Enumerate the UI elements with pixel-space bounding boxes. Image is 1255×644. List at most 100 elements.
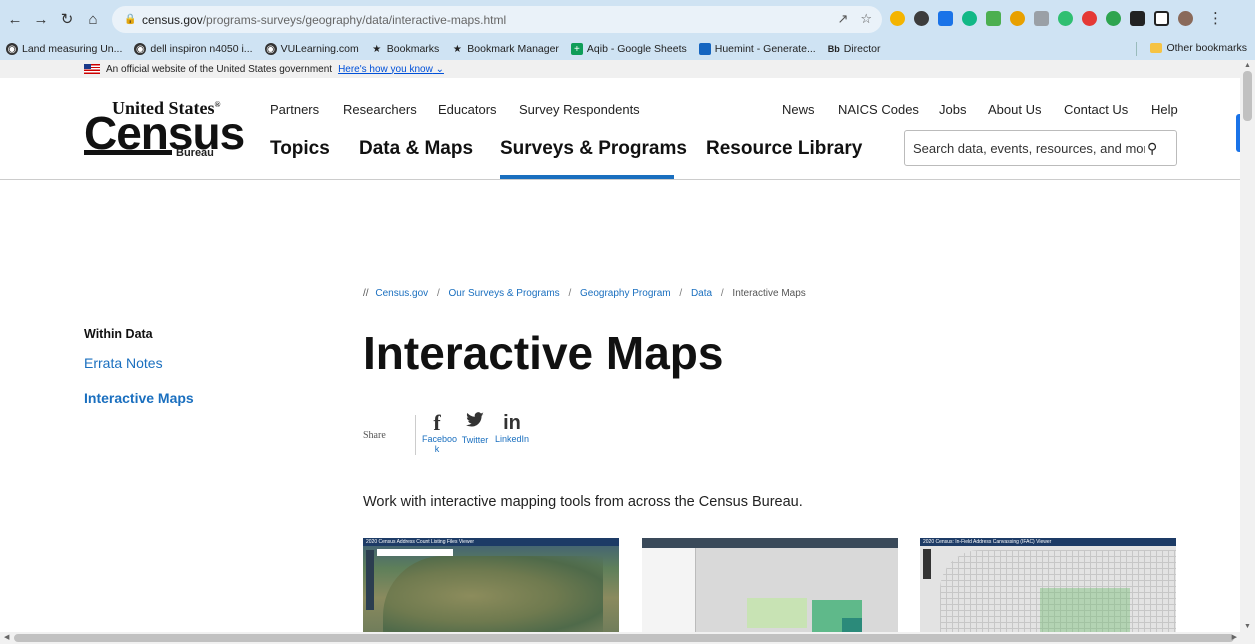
- map-region: [842, 618, 862, 632]
- twitter-icon: [459, 412, 491, 435]
- bookmark-item[interactable]: + Aqib - Google Sheets: [570, 43, 687, 55]
- utility-contact-us[interactable]: Contact Us: [1064, 102, 1128, 117]
- logo-bar: [84, 150, 172, 155]
- scroll-right-icon[interactable]: ▶: [1232, 633, 1237, 641]
- breadcrumb-link[interactable]: Geography Program: [580, 288, 671, 299]
- mainnav-topics[interactable]: Topics: [270, 138, 330, 160]
- breadcrumb-link[interactable]: Census.gov: [375, 288, 428, 299]
- scrollbar-thumb[interactable]: [1243, 71, 1252, 121]
- share-page-icon[interactable]: ↗: [837, 11, 848, 27]
- scroll-up-icon[interactable]: ▲: [1244, 62, 1251, 69]
- map-thumbnail-address-count[interactable]: 2020 Census Address Count Listing Files …: [363, 538, 619, 632]
- bookmark-item[interactable]: Huemint - Generate...: [698, 43, 816, 55]
- map-thumbnail-viewer[interactable]: [642, 538, 898, 632]
- extension-icon[interactable]: [938, 10, 953, 26]
- scroll-left-icon[interactable]: ◀: [4, 633, 9, 641]
- breadcrumb-separator: /: [568, 288, 572, 299]
- address-bar[interactable]: 🔒 census.gov/programs-surveys/geography/…: [112, 6, 882, 33]
- bookmark-item[interactable]: Bb Director: [828, 43, 881, 55]
- site-search[interactable]: ⚲: [904, 130, 1177, 166]
- bookmark-item[interactable]: ◉ VULearning.com: [264, 43, 359, 55]
- search-input[interactable]: [913, 140, 1145, 156]
- thumbnail-title: 2020 Census: In-Field Address Canvassing…: [920, 538, 1176, 546]
- scroll-down-icon[interactable]: ▼: [1244, 623, 1251, 630]
- thumbnail-title: 2020 Census Address Count Listing Files …: [363, 538, 619, 546]
- gov-banner-text: An official website of the United States…: [106, 63, 333, 75]
- extension-icon[interactable]: [986, 10, 1001, 26]
- sidebar-item-errata-notes[interactable]: Errata Notes: [84, 355, 163, 371]
- us-flag-icon: [84, 64, 100, 74]
- bookmark-item[interactable]: ★ Bookmark Manager: [451, 43, 559, 55]
- subnav-educators[interactable]: Educators: [438, 102, 497, 117]
- profile-avatar[interactable]: [1178, 10, 1193, 26]
- menu-kebab-icon[interactable]: ⋮: [1208, 9, 1223, 27]
- share-facebook-label: Faceboo k: [422, 434, 458, 454]
- share-facebook-button[interactable]: f Faceboo k: [422, 410, 457, 455]
- extension-icon[interactable]: [890, 10, 905, 26]
- utility-news[interactable]: News: [782, 102, 815, 117]
- utility-help[interactable]: Help: [1151, 102, 1178, 117]
- puzzle-icon[interactable]: [1130, 10, 1145, 26]
- breadcrumb-current: Interactive Maps: [732, 288, 806, 299]
- address-url[interactable]: census.gov/programs-surveys/geography/da…: [142, 13, 506, 27]
- globe-icon: ◉: [134, 43, 147, 55]
- share-label: Share: [363, 430, 386, 441]
- map-legend-panel: [642, 548, 696, 632]
- share-twitter-label: Twitter: [461, 435, 489, 445]
- map-tabs: [642, 538, 898, 548]
- back-icon[interactable]: ←: [4, 8, 26, 30]
- extension-icon[interactable]: [1010, 10, 1025, 26]
- bookmarks-bar: ◉ Land measuring Un... ◉ dell inspiron n40…: [0, 38, 1255, 60]
- home-icon[interactable]: ⌂: [82, 8, 104, 30]
- map-zoom-controls: [923, 549, 931, 579]
- intro-text: Work with interactive mapping tools from…: [363, 494, 803, 510]
- breadcrumb-link[interactable]: Data: [691, 288, 712, 299]
- map-zoom-controls: [366, 550, 374, 610]
- mainnav-surveys-programs[interactable]: Surveys & Programs: [500, 138, 687, 160]
- sidebar-title: Within Data: [84, 327, 153, 341]
- mainnav-resource-library[interactable]: Resource Library: [706, 138, 862, 160]
- globe-icon: ◉: [6, 43, 18, 55]
- census-logo[interactable]: United States® Census Bureau: [84, 98, 245, 160]
- lock-icon[interactable]: 🔒: [124, 14, 136, 25]
- breadcrumb-separator: /: [679, 288, 683, 299]
- subnav-partners[interactable]: Partners: [270, 102, 319, 117]
- breadcrumb-prefix: //: [363, 288, 369, 299]
- extension-icon[interactable]: [1082, 10, 1097, 26]
- extension-icon[interactable]: [914, 10, 929, 26]
- utility-about-us[interactable]: About Us: [988, 102, 1041, 117]
- other-bookmarks[interactable]: Other bookmarks: [1150, 42, 1247, 54]
- browser-chrome: ← → ↻ ⌂ 🔒 census.gov/programs-surveys/ge…: [0, 0, 1255, 60]
- gov-banner-link[interactable]: Here's how you know ⌄: [338, 64, 444, 75]
- vertical-scrollbar[interactable]: ▲ ▼: [1240, 60, 1255, 632]
- sheets-icon: +: [570, 43, 583, 55]
- map-thumbnail-ifac[interactable]: 2020 Census: In-Field Address Canvassing…: [920, 538, 1176, 632]
- bookmark-star-icon[interactable]: ☆: [860, 11, 872, 27]
- scrollbar-thumb[interactable]: [14, 634, 1234, 642]
- facebook-icon: f: [433, 410, 441, 435]
- breadcrumb: // Census.gov / Our Surveys & Programs /…: [363, 288, 806, 299]
- utility-jobs[interactable]: Jobs: [939, 102, 966, 117]
- map-region: [1040, 588, 1130, 632]
- bookmark-item[interactable]: ◉ Land measuring Un...: [6, 43, 122, 55]
- extension-icon[interactable]: [1058, 10, 1073, 26]
- gov-banner: An official website of the United States…: [0, 60, 1240, 78]
- breadcrumb-link[interactable]: Our Surveys & Programs: [449, 288, 560, 299]
- subnav-survey-respondents[interactable]: Survey Respondents: [519, 102, 640, 117]
- sidebar-item-interactive-maps[interactable]: Interactive Maps: [84, 390, 194, 406]
- bookmark-item[interactable]: ★ Bookmarks: [371, 43, 439, 55]
- mainnav-data-maps[interactable]: Data & Maps: [359, 138, 473, 160]
- horizontal-scrollbar[interactable]: ◀ ▶: [0, 632, 1255, 644]
- extension-icon[interactable]: [1034, 10, 1049, 26]
- forward-icon[interactable]: →: [30, 8, 52, 30]
- share-linkedin-button[interactable]: in LinkedIn: [494, 412, 530, 444]
- bookmark-item[interactable]: ◉ dell inspiron n4050 i...: [134, 43, 253, 55]
- extension-icon[interactable]: [1106, 10, 1121, 26]
- sidepanel-icon[interactable]: [1154, 10, 1169, 26]
- subnav-researchers[interactable]: Researchers: [343, 102, 417, 117]
- search-icon[interactable]: ⚲: [1147, 140, 1157, 157]
- utility-naics-codes[interactable]: NAICS Codes: [838, 102, 919, 117]
- share-twitter-button[interactable]: Twitter: [459, 412, 491, 445]
- extension-icon[interactable]: [962, 10, 977, 26]
- reload-icon[interactable]: ↻: [56, 8, 78, 30]
